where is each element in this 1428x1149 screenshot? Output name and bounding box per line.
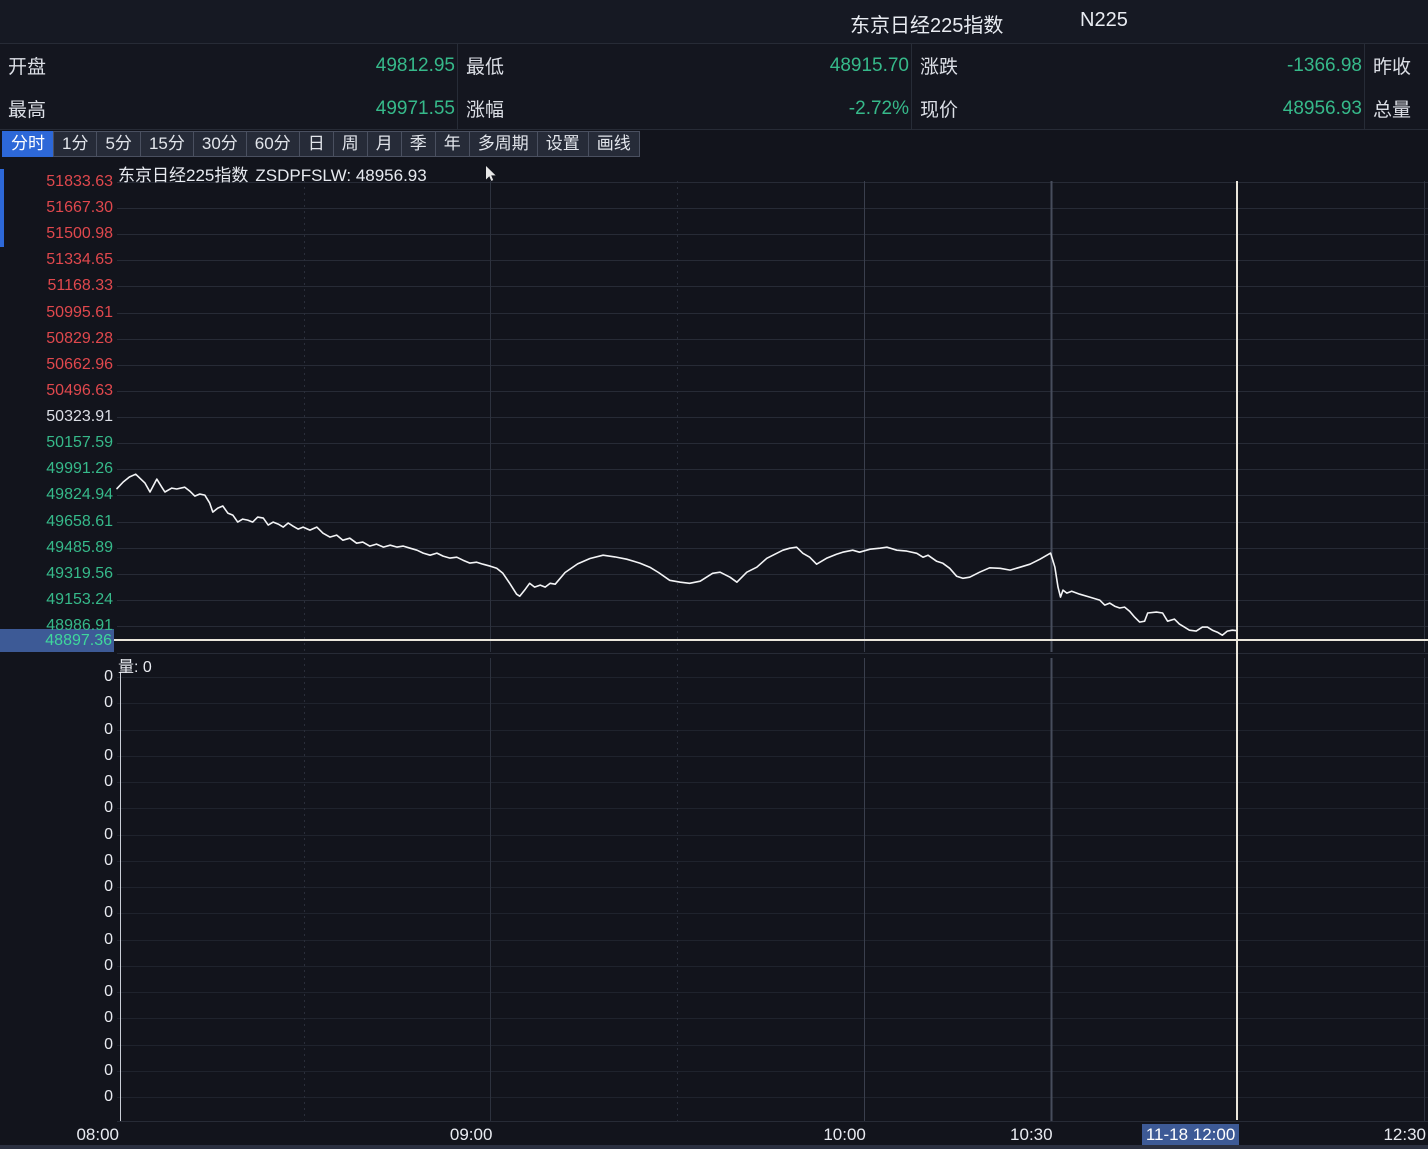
chart-index-name: 东京日经225指数 <box>118 166 248 185</box>
mouse-cursor <box>486 166 496 181</box>
price-axis-label: 48986.91 <box>0 616 113 636</box>
price-axis-label: 49658.61 <box>0 512 113 532</box>
trading-app-window: 东京日经225指数 N225 开盘49812.95最低48915.70涨跌-13… <box>0 0 1428 1149</box>
volume-axis-label: 0 <box>0 956 113 976</box>
volume-axis-label: 0 <box>0 746 113 766</box>
price-axis-label: 49991.26 <box>0 459 113 479</box>
volume-axis-label: 0 <box>0 1008 113 1028</box>
volume-axis-label: 0 <box>0 667 113 687</box>
price-axis-label: 50323.91 <box>0 407 113 427</box>
chart-overlay-title: 东京日经225指数 ZSDPFSLW: 48956.93 <box>118 161 427 186</box>
time-axis-label-current: 11-18 12:00 <box>1142 1124 1239 1145</box>
price-axis-label: 51168.33 <box>0 276 113 296</box>
price-axis-label: 49824.94 <box>0 485 113 505</box>
time-axis-label: 12:30 <box>1383 1124 1426 1145</box>
price-axis-label: 50995.61 <box>0 303 113 323</box>
price-axis-label: 51667.30 <box>0 198 113 218</box>
price-axis-label: 49319.56 <box>0 564 113 584</box>
volume-axis-label: 0 <box>0 877 113 897</box>
price-axis-label: 50829.28 <box>0 329 113 349</box>
time-axis-label: 08:00 <box>76 1124 119 1145</box>
volume-axis-label: 0 <box>0 798 113 818</box>
price-axis-label: 49485.89 <box>0 538 113 558</box>
volume-axis-label: 0 <box>0 1035 113 1055</box>
price-axis-label: 51833.63 <box>0 172 113 192</box>
volume-axis-label: 0 <box>0 825 113 845</box>
volume-axis-label: 0 <box>0 982 113 1002</box>
price-axis-label: 50662.96 <box>0 355 113 375</box>
time-axis-label: 09:00 <box>450 1124 493 1145</box>
volume-axis-label: 0 <box>0 693 113 713</box>
price-axis-label: 51334.65 <box>0 250 113 270</box>
time-axis-label: 10:00 <box>823 1124 866 1145</box>
volume-axis-label: 0 <box>0 720 113 740</box>
volume-axis-label: 0 <box>0 772 113 792</box>
volume-current-label: 量: 0 <box>118 653 152 677</box>
window-bottom-edge <box>0 1145 1428 1149</box>
price-axis-label: 50496.63 <box>0 381 113 401</box>
price-axis-label: 49153.24 <box>0 590 113 610</box>
price-axis-label: 51500.98 <box>0 224 113 244</box>
volume-axis-label: 0 <box>0 930 113 950</box>
volume-axis-label: 0 <box>0 1087 113 1107</box>
volume-axis-label: 0 <box>0 903 113 923</box>
chart-code-value: ZSDPFSLW: 48956.93 <box>255 166 426 185</box>
time-axis-label: 10:30 <box>1010 1124 1053 1145</box>
price-axis-label: 50157.59 <box>0 433 113 453</box>
volume-axis-label: 0 <box>0 851 113 871</box>
volume-axis-label: 0 <box>0 1061 113 1081</box>
